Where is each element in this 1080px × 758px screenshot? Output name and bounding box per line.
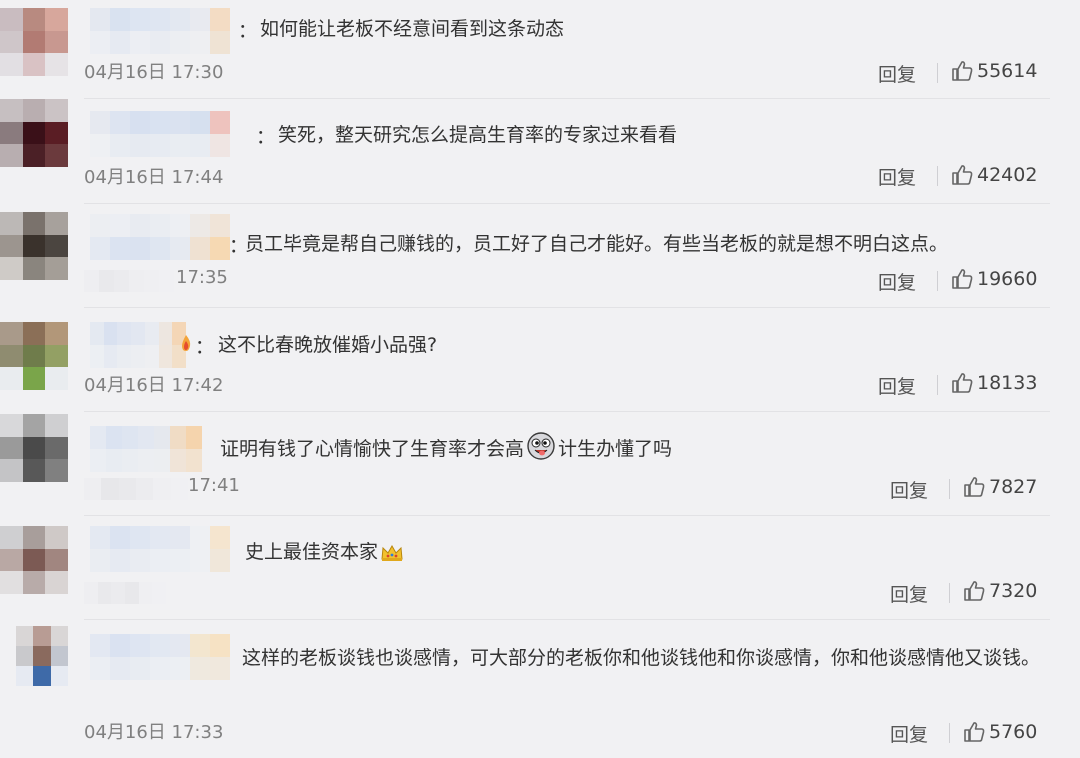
thumbs-up-icon <box>964 581 985 601</box>
action-divider <box>937 271 938 291</box>
thumbs-up-icon <box>964 722 985 742</box>
comment-item: 史上最佳资本家 回复 7320 <box>0 516 1050 620</box>
flame-emoji <box>180 334 192 356</box>
reply-button[interactable]: 回复 <box>878 268 916 295</box>
username-blurred[interactable] <box>90 214 230 260</box>
like-count: 18133 <box>977 372 1038 394</box>
action-divider <box>937 63 938 83</box>
username-blurred[interactable] <box>90 322 186 368</box>
like-button[interactable]: 18133 <box>951 372 1037 394</box>
like-button[interactable]: 7827 <box>963 476 1037 498</box>
comment-text: 笑死，整天研究怎么提高生育率的专家过来看看 <box>278 124 678 146</box>
timestamp: 04月16日 17:42 <box>84 371 226 397</box>
username-blurred[interactable] <box>90 8 230 54</box>
funny-face-emoji <box>527 432 555 470</box>
thumbs-up-icon <box>952 269 973 289</box>
avatar[interactable] <box>0 526 68 594</box>
reply-button[interactable]: 回复 <box>890 720 928 747</box>
like-button[interactable]: 42402 <box>951 164 1037 186</box>
username-blurred[interactable] <box>90 426 202 472</box>
avatar[interactable] <box>0 99 68 167</box>
reply-button[interactable]: 回复 <box>890 580 928 607</box>
comment-text: 如何能让老板不经意间看到这条动态 <box>260 18 565 40</box>
comment-item: ： 员工毕竟是帮自己赚钱的，员工好了自己才能好。有些当老板的就是想不明白这点。 … <box>0 204 1050 308</box>
reply-button[interactable]: 回复 <box>890 476 928 503</box>
timestamp: 04月16日 17:33 <box>84 718 226 744</box>
comment-text: 史上最佳资本家 <box>245 536 404 573</box>
action-divider <box>949 479 950 499</box>
thumbs-up-icon <box>952 61 973 81</box>
action-divider <box>949 583 950 603</box>
action-divider <box>949 723 950 743</box>
reply-button[interactable]: 回复 <box>878 60 916 87</box>
avatar[interactable] <box>16 626 68 686</box>
like-count: 5760 <box>989 721 1038 743</box>
like-button[interactable]: 5760 <box>963 721 1037 743</box>
like-button[interactable]: 19660 <box>951 268 1037 290</box>
name-separator: ： <box>195 336 215 358</box>
like-button[interactable]: 55614 <box>951 60 1037 82</box>
timestamp-blurred <box>84 582 166 604</box>
comment-text: 这样的老板谈钱也谈感情，可大部分的老板你和他谈钱他和你谈感情，你和他谈感情他又谈… <box>242 647 1041 669</box>
username-blurred[interactable] <box>90 526 230 572</box>
action-divider <box>937 166 938 186</box>
timestamp: 04月16日 17:30 <box>84 58 226 84</box>
username-blurred[interactable] <box>90 111 230 157</box>
like-count: 42402 <box>977 164 1038 186</box>
name-separator: ： <box>238 20 258 42</box>
thumbs-up-icon <box>964 477 985 497</box>
comment-text: 员工毕竟是帮自己赚钱的，员工好了自己才能好。有些当老板的就是想不明白这点。 <box>245 233 949 255</box>
comment-item: ： 如何能让老板不经意间看到这条动态 04月16日 17:30 回复 55614 <box>0 0 1050 99</box>
action-divider <box>937 375 938 395</box>
like-count: 7827 <box>989 476 1038 498</box>
comment-item: ： 笑死，整天研究怎么提高生育率的专家过来看看 04月16日 17:44 回复 … <box>0 99 1050 204</box>
comment-item: ： 这不比春晚放催婚小品强? 04月16日 17:42 回复 18133 <box>0 308 1050 412</box>
reply-button[interactable]: 回复 <box>878 163 916 190</box>
like-count: 7320 <box>989 580 1038 602</box>
comment-item: 证明有钱了心情愉快了生育率才会高 计生办懂了吗 17:41 回复 7827 <box>0 412 1050 516</box>
avatar[interactable] <box>0 414 68 482</box>
like-button[interactable]: 7320 <box>963 580 1037 602</box>
avatar[interactable] <box>0 322 68 390</box>
timestamp: 17:41 <box>188 475 242 496</box>
comment-item: 这样的老板谈钱也谈感情，可大部分的老板你和他谈钱他和你谈感情，你和他谈感情他又谈… <box>0 620 1050 758</box>
comment-text: 这不比春晚放催婚小品强? <box>218 334 438 356</box>
timestamp-date-blurred <box>84 478 188 500</box>
thumbs-up-icon <box>952 373 973 393</box>
thumbs-up-icon <box>952 165 973 185</box>
avatar[interactable] <box>0 212 68 280</box>
comment-text: 证明有钱了心情愉快了生育率才会高 计生办懂了吗 <box>220 432 672 470</box>
timestamp-date-blurred <box>84 270 174 292</box>
timestamp: 04月16日 17:44 <box>84 163 226 189</box>
like-count: 19660 <box>977 268 1038 290</box>
like-count: 55614 <box>977 60 1038 82</box>
timestamp: 17:35 <box>176 267 230 288</box>
name-separator: ： <box>256 126 276 148</box>
crown-emoji <box>380 541 404 573</box>
avatar[interactable] <box>0 8 68 76</box>
reply-button[interactable]: 回复 <box>878 372 916 399</box>
